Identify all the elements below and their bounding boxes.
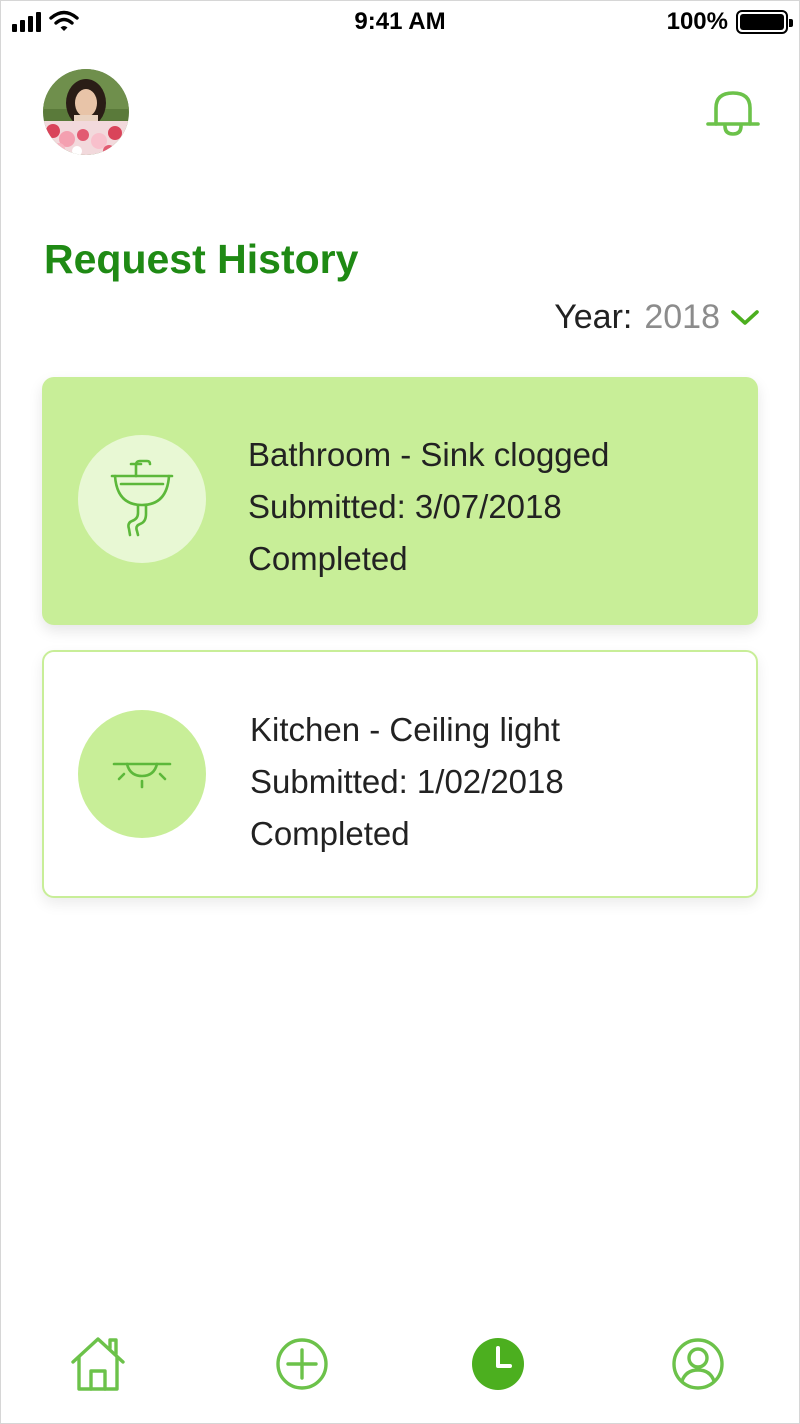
- add-circle-icon: [276, 1338, 328, 1390]
- battery-icon: [736, 10, 793, 34]
- nav-profile-button[interactable]: [666, 1332, 730, 1396]
- page-title: Request History: [44, 236, 359, 282]
- request-status: Completed: [250, 815, 410, 852]
- bottom-navigation: [0, 1332, 800, 1404]
- history-clock-icon: [472, 1338, 524, 1390]
- request-title: Kitchen - Ceiling light: [250, 711, 560, 748]
- profile-icon: [672, 1338, 724, 1390]
- chevron-down-icon: [731, 309, 759, 325]
- nav-home-button[interactable]: [66, 1332, 130, 1396]
- battery-fill: [740, 14, 784, 30]
- nav-history-button[interactable]: [466, 1332, 530, 1396]
- request-card-text: Bathroom - Sink clogged Submitted: 3/07/…: [248, 429, 609, 585]
- request-icon-container: [78, 435, 206, 563]
- home-icon: [71, 1337, 125, 1391]
- request-card-text: Kitchen - Ceiling light Submitted: 1/02/…: [250, 704, 564, 860]
- request-icon-container: [78, 710, 206, 838]
- nav-new-request-button[interactable]: [270, 1332, 334, 1396]
- request-status: Completed: [248, 540, 408, 577]
- request-submitted-date: Submitted: 1/02/2018: [250, 763, 564, 800]
- request-card-bathroom-sink[interactable]: Bathroom - Sink clogged Submitted: 3/07/…: [42, 377, 758, 625]
- avatar-image: [43, 69, 129, 155]
- battery-percent: 100%: [666, 8, 728, 35]
- status-right: 100%: [666, 8, 793, 36]
- battery-cap: [789, 19, 793, 27]
- sink-icon: [110, 459, 174, 537]
- bell-icon: [706, 91, 760, 136]
- user-avatar[interactable]: [43, 69, 129, 155]
- ceiling-light-icon: [112, 762, 172, 789]
- year-filter-label: Year:: [554, 298, 633, 336]
- year-filter-dropdown[interactable]: Year: 2018: [554, 298, 760, 337]
- request-title: Bathroom - Sink clogged: [248, 436, 610, 473]
- request-submitted-date: Submitted: 3/07/2018: [248, 488, 562, 525]
- year-filter-value: 2018: [644, 298, 720, 336]
- notifications-button[interactable]: [704, 86, 762, 140]
- request-card-kitchen-light[interactable]: Kitchen - Ceiling light Submitted: 1/02/…: [42, 650, 758, 898]
- status-bar: 9:41 AM 100%: [0, 0, 800, 44]
